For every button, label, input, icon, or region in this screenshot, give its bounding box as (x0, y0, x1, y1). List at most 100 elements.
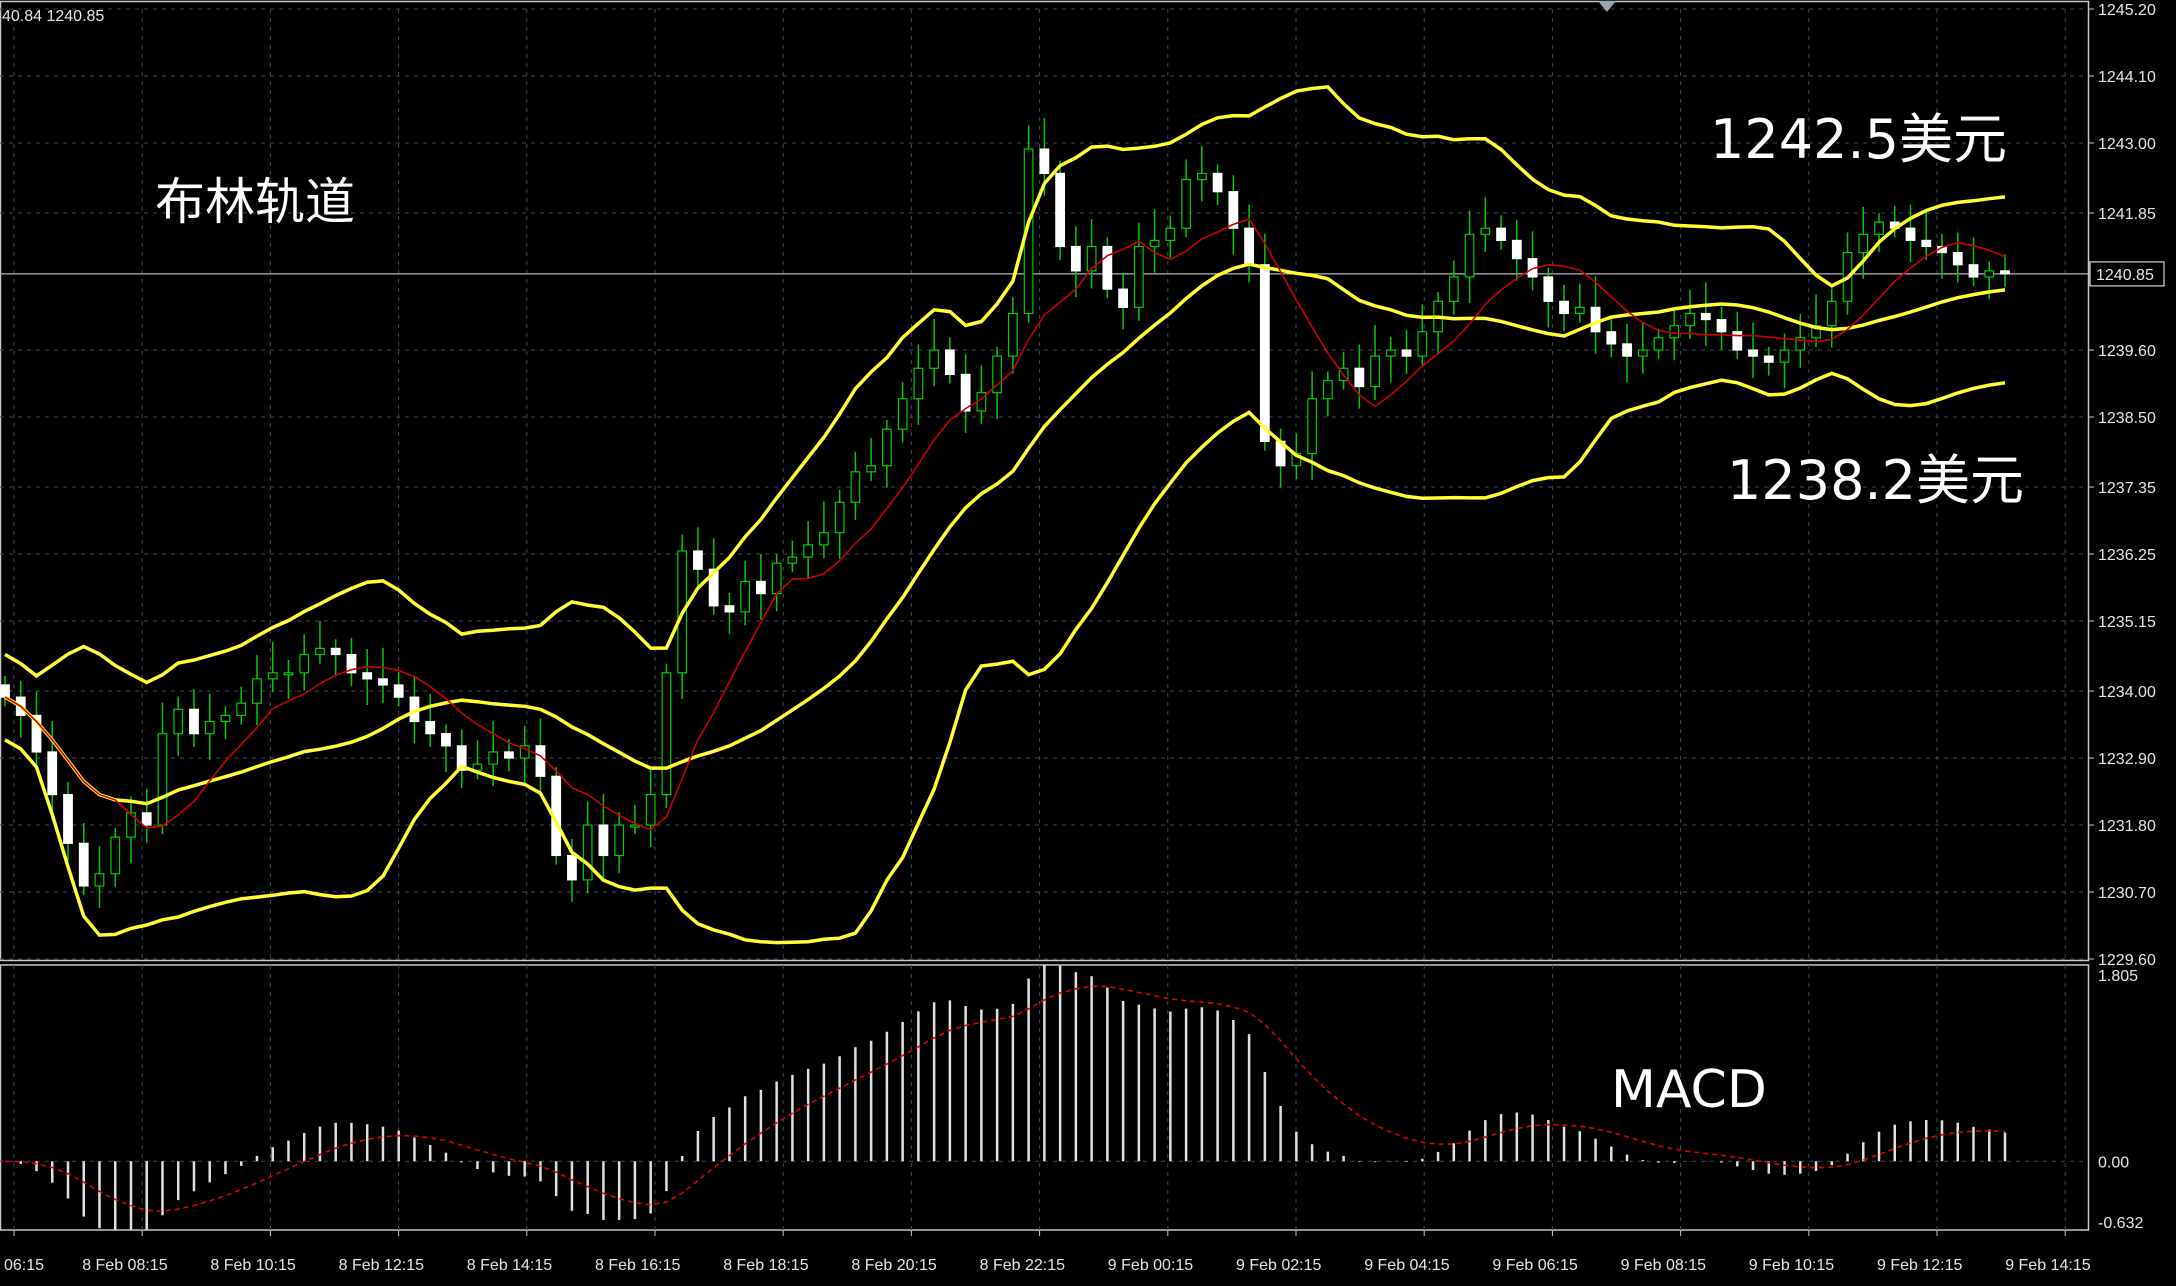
bear-candle-body (960, 373, 971, 412)
candle (1937, 233, 1947, 279)
bull-candle-body (1322, 379, 1333, 400)
candle (787, 540, 798, 573)
candle (283, 659, 294, 699)
bull-candle-body (1133, 245, 1144, 308)
candle (1322, 371, 1333, 417)
bull-candle-body (1307, 398, 1317, 455)
candle (173, 696, 184, 756)
candle (1118, 272, 1129, 330)
x-tick-label: 8 Feb 22:15 (980, 1257, 1066, 1274)
bear-candle-body (1496, 227, 1506, 242)
candle (1716, 306, 1727, 350)
bear-candle-body (1212, 172, 1223, 193)
bear-candle-body (47, 751, 58, 796)
candle (519, 725, 530, 785)
bull-candle-body (1448, 276, 1459, 302)
candle (960, 354, 971, 433)
candle (756, 554, 766, 620)
bull-candle-body (645, 793, 656, 826)
bear-candle-body (1905, 227, 1916, 242)
bear-candle-body (693, 550, 703, 570)
bull-candle-body (204, 720, 215, 735)
candle (393, 672, 404, 707)
bear-candle-body (1748, 349, 1758, 357)
bear-candle-body (756, 580, 766, 595)
candle (157, 702, 168, 835)
moving-average-line (4, 218, 2006, 831)
bull-candle-body (1417, 331, 1428, 357)
candle (1905, 204, 1916, 263)
candle (693, 527, 703, 587)
current-price-label: 1240.85 (2096, 267, 2154, 284)
bear-candle-body (63, 793, 73, 844)
bear-candle-body (1259, 264, 1270, 442)
x-tick-label: 9 Feb 12:15 (1877, 1257, 1963, 1274)
bear-candle-body (1102, 245, 1113, 290)
bull-candle-body (740, 580, 751, 613)
candle (850, 451, 861, 520)
x-tick-label: 06:15 (4, 1257, 44, 1274)
y-tick-label: 1245.20 (2098, 2, 2156, 19)
candle (976, 365, 987, 425)
bull-candle-body (881, 428, 892, 467)
candle (897, 382, 908, 443)
candle (31, 691, 42, 766)
bull-candle-body (236, 702, 247, 717)
x-tick-label: 8 Feb 14:15 (467, 1257, 553, 1274)
candle (1055, 160, 1066, 260)
bear-candle-body (378, 678, 388, 686)
y-tick-label: 1236.25 (2098, 547, 2156, 564)
bear-candle-body (1606, 331, 1617, 345)
bear-candle-body (504, 751, 514, 759)
candle (1370, 325, 1380, 400)
bear-candle-body (1968, 264, 1979, 278)
y-tick-label: 1244.10 (2098, 69, 2156, 86)
candle (456, 729, 467, 788)
bull-candle-body (1196, 172, 1207, 181)
candle (1433, 292, 1443, 354)
candle (1196, 146, 1207, 202)
candle (1622, 323, 1632, 383)
x-tick-label: 9 Feb 14:15 (2005, 1257, 2091, 1274)
candle (1559, 284, 1569, 332)
bear-candle-body (141, 812, 152, 826)
bull-candle-body (1149, 239, 1160, 248)
candle (881, 420, 892, 488)
x-tick-label: 9 Feb 00:15 (1108, 1257, 1194, 1274)
candle (1858, 206, 1869, 279)
bull-candle-body (661, 672, 672, 796)
y-tick-label: 1229.60 (2098, 952, 2156, 969)
candle (315, 621, 325, 664)
bull-candle-body (157, 733, 168, 826)
candle (1417, 304, 1428, 366)
candle (1181, 159, 1191, 238)
bear-candle-body (1118, 288, 1129, 308)
bull-candle-body (1874, 221, 1884, 235)
candles (0, 118, 2010, 908)
bollinger-middle-band (4, 262, 2006, 806)
bull-candle-body (488, 751, 499, 765)
bull-candle-body (220, 714, 231, 723)
bull-candle-body (283, 672, 294, 676)
bear-candle-body (362, 672, 373, 680)
lower-band-price-annotation: 1238.2美元 (1727, 449, 2024, 512)
candle (1086, 219, 1097, 289)
bull-candle-body (94, 873, 105, 887)
bear-candle-body (1559, 300, 1569, 315)
candle (645, 767, 656, 847)
y-tick-label: 1235.15 (2098, 614, 2156, 631)
candle (819, 501, 829, 559)
candle (740, 561, 751, 626)
candle (1354, 344, 1365, 409)
candle (661, 663, 672, 808)
macd-y-tick-label: -0.632 (2098, 1215, 2143, 1232)
bear-candle-body (1732, 331, 1743, 351)
candle (1511, 220, 1522, 281)
bear-candle-body (330, 647, 341, 656)
candle (929, 318, 940, 386)
bear-candle-body (724, 605, 735, 613)
scroll-marker-icon (1598, 1, 1616, 12)
y-tick-label: 1241.85 (2098, 206, 2156, 223)
y-tick-label: 1232.90 (2098, 751, 2156, 768)
candle (1543, 267, 1554, 328)
